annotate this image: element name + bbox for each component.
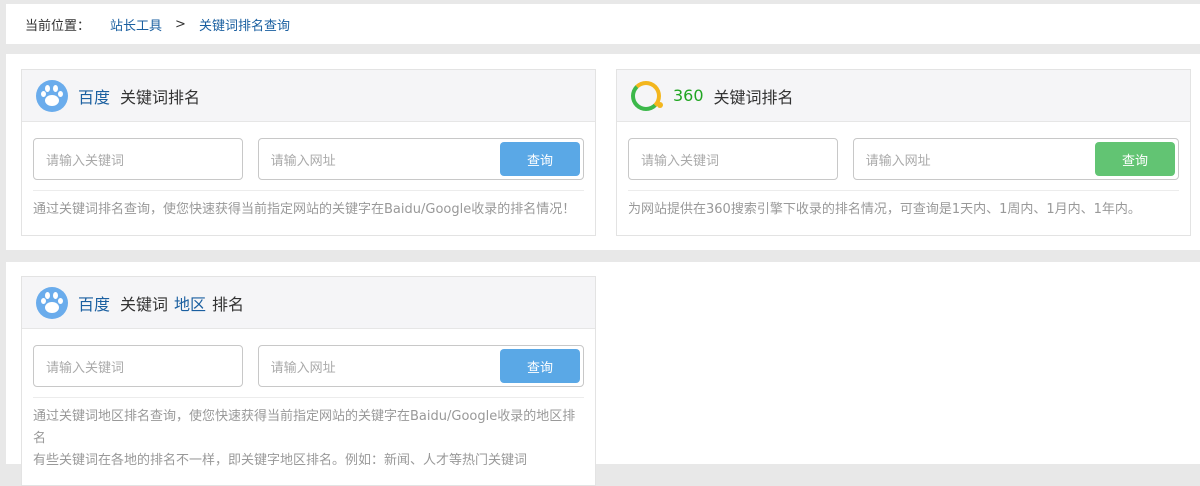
- breadcrumb-separator: >: [175, 16, 186, 32]
- baidu-region-rank-card: 百度 关键词 地区 排名 请输入关键词 请输入网址 查询 通过关键词地区排名查询…: [21, 276, 596, 486]
- breadcrumb-current-link[interactable]: 关键词排名查询: [199, 15, 290, 34]
- card-title-highlight: 地区: [174, 294, 207, 314]
- query-button[interactable]: 查询: [500, 349, 580, 383]
- baidu-rank-card: 百度 关键词排名 请输入关键词 请输入网址 查询 通过关键词排名查询，使您快速获…: [21, 69, 596, 236]
- card-title: 关键词排名: [713, 87, 794, 107]
- keyword-input[interactable]: 请输入关键词: [33, 138, 243, 180]
- card-title-part1: 关键词: [120, 294, 169, 314]
- baidu-paw-icon: [36, 286, 68, 319]
- 360-ring-icon: [631, 80, 663, 112]
- brand-name: 360: [673, 86, 704, 105]
- card-header: 360 关键词排名: [617, 70, 1190, 122]
- card-description: 通过关键词地区排名查询，使您快速获得当前指定网站的关键字在Baidu/Googl…: [33, 398, 584, 472]
- url-placeholder: 请输入网址: [270, 153, 336, 169]
- keyword-input[interactable]: 请输入关键词: [33, 345, 243, 387]
- card-header: 百度 关键词排名: [22, 70, 595, 122]
- brand-name: 百度: [78, 87, 111, 107]
- url-placeholder: 请输入网址: [270, 360, 336, 376]
- tools-section-bottom: 百度 关键词 地区 排名 请输入关键词 请输入网址 查询 通过关键词地区排名查询…: [6, 262, 1200, 486]
- card-description: 为网站提供在360搜索引擎下收录的排名情况，可查询是1天内、1周内、1月内、1年…: [628, 202, 1141, 217]
- description-line: 通过关键词地区排名查询，使您快速获得当前指定网站的关键字在Baidu/Googl…: [33, 409, 576, 446]
- url-input[interactable]: 请输入网址 查询: [257, 138, 584, 180]
- brand-name: 百度: [78, 294, 111, 314]
- card-header: 百度 关键词 地区 排名: [22, 277, 595, 329]
- description-line: 有些关键词在各地的排名不一样，即关键字地区排名。例如：新闻、人才等热门关键词: [33, 453, 528, 468]
- breadcrumb: 当前位置： 站长工具 > 关键词排名查询: [6, 4, 1200, 44]
- url-input[interactable]: 请输入网址 查询: [257, 345, 584, 387]
- 360-rank-card: 360 关键词排名 请输入关键词 请输入网址 查询 为网站提供在360搜索引擎下…: [616, 69, 1191, 236]
- query-button[interactable]: 查询: [500, 142, 580, 176]
- query-button[interactable]: 查询: [1095, 142, 1175, 176]
- keyword-input[interactable]: 请输入关键词: [628, 138, 838, 180]
- card-title-part2: 排名: [212, 294, 245, 314]
- card-title: 关键词排名: [120, 87, 201, 107]
- tools-section-top: 百度 关键词排名 请输入关键词 请输入网址 查询 通过关键词排名查询，使您快速获…: [6, 54, 1200, 250]
- breadcrumb-label: 当前位置：: [25, 18, 91, 34]
- url-placeholder: 请输入网址: [865, 153, 931, 169]
- baidu-paw-icon: [36, 79, 68, 112]
- breadcrumb-home-link[interactable]: 站长工具: [110, 15, 162, 34]
- url-input[interactable]: 请输入网址 查询: [852, 138, 1179, 180]
- card-description: 通过关键词排名查询，使您快速获得当前指定网站的关键字在Baidu/Google收…: [33, 202, 576, 217]
